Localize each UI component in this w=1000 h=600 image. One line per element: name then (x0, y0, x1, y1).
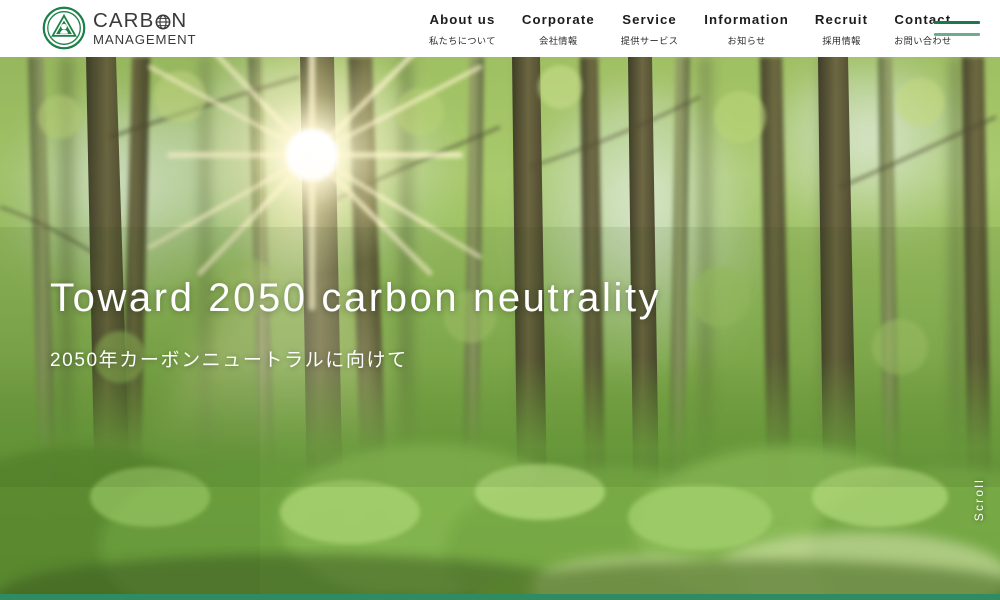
nav-label-ja: 提供サービス (620, 36, 679, 47)
site-header: CARB N MANAGEMENT About us 私たちについて Corpo… (0, 0, 1000, 57)
nav-label-en: Recruit (814, 12, 869, 27)
landing-page: CARB N MANAGEMENT About us 私たちについて Corpo… (0, 0, 1000, 600)
nav-item-about-us[interactable]: About us 私たちについて (416, 11, 509, 47)
scroll-indicator[interactable]: Scroll (966, 478, 992, 568)
hamburger-bar-top (934, 20, 980, 24)
nav-label-ja: 私たちについて (429, 36, 496, 47)
nav-label-ja: お知らせ (727, 36, 766, 47)
hamburger-bar-bottom (934, 32, 980, 36)
brand-wordmark: CARB N MANAGEMENT (93, 9, 197, 48)
nav-item-recruit[interactable]: Recruit 採用情報 (802, 11, 881, 47)
nav-item-corporate[interactable]: Corporate 会社情報 (509, 11, 608, 47)
scroll-label: Scroll (972, 478, 986, 522)
carbon-management-logo-icon (42, 6, 86, 50)
nav-label-en: Information (704, 12, 789, 27)
nav-label-en: Corporate (521, 12, 595, 27)
nav-label-ja: 採用情報 (822, 36, 861, 47)
nav-item-service[interactable]: Service 提供サービス (608, 11, 692, 47)
brand-name-primary: CARB N (93, 11, 197, 31)
brand-name-part-2: N (171, 9, 188, 33)
nav-label-en: About us (429, 12, 496, 27)
bottom-accent-bar (0, 594, 1000, 600)
brand-name-secondary: MANAGEMENT (93, 32, 197, 48)
brand-logo-link[interactable]: CARB N MANAGEMENT (42, 6, 197, 50)
globe-icon (155, 14, 171, 30)
hamburger-menu-icon[interactable] (934, 17, 982, 39)
nav-item-information[interactable]: Information お知らせ (691, 11, 802, 47)
hero-title: Toward 2050 carbon neutrality (50, 276, 662, 320)
nav-label-ja: 会社情報 (539, 36, 578, 47)
hero-subtitle: 2050年カーボンニュートラルに向けて (50, 350, 408, 371)
hero-section: Toward 2050 carbon neutrality 2050年カーボンニ… (0, 57, 1000, 594)
hero-copy: Toward 2050 carbon neutrality 2050年カーボンニ… (50, 275, 661, 372)
nav-label-en: Service (622, 12, 677, 27)
brand-name-part-1: CARB (93, 9, 155, 33)
main-navigation: About us 私たちについて Corporate 会社情報 Service … (416, 11, 965, 47)
